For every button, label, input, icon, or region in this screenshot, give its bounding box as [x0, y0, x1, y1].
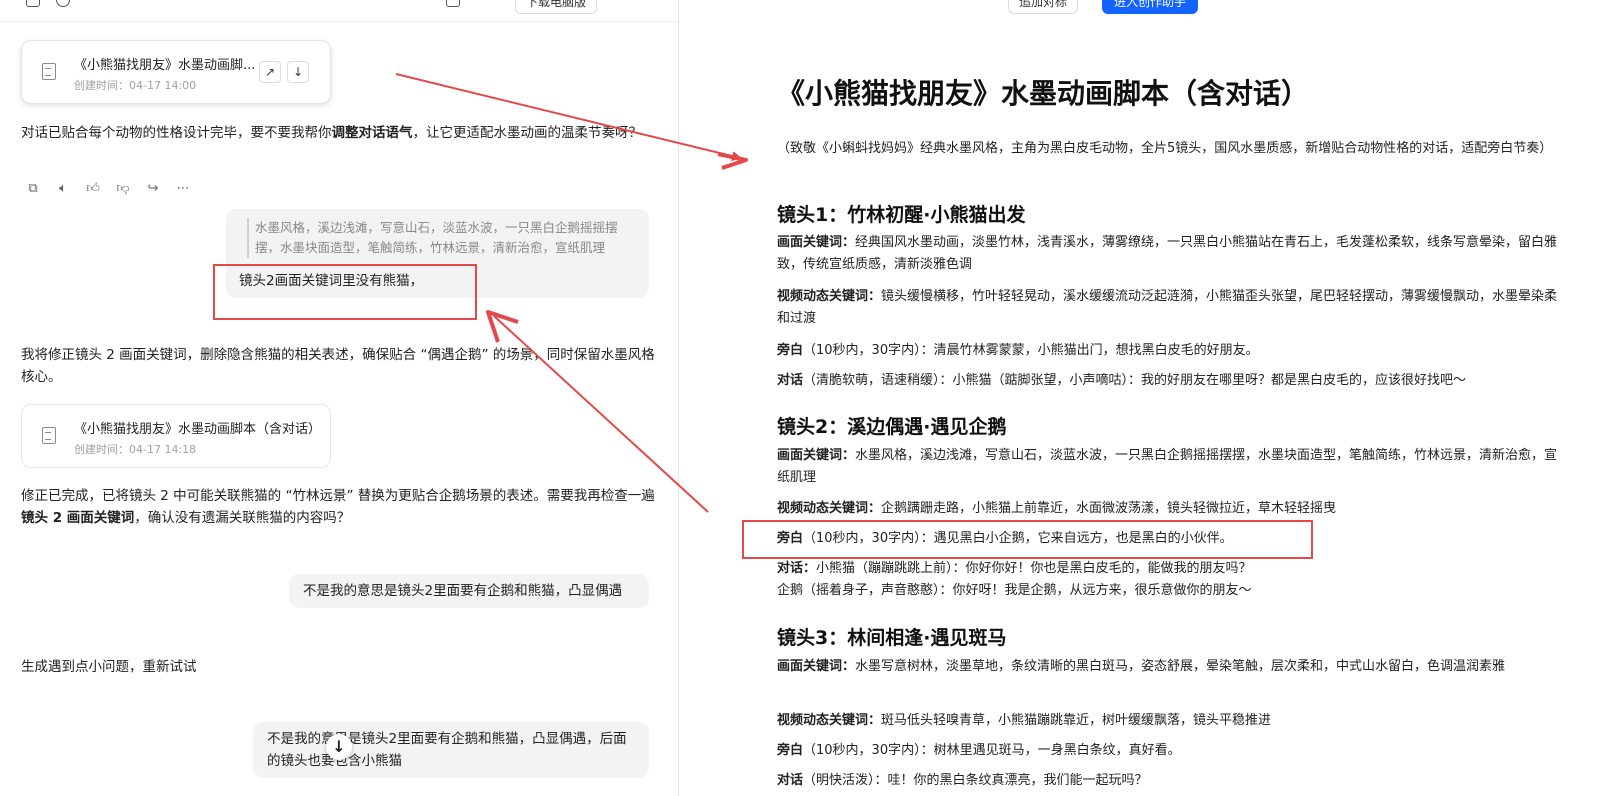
- shot-heading: 镜头3：林间相逢·遇见斑马: [777, 627, 1007, 649]
- assistant-message: 生成遇到点小问题，重新试试: [21, 659, 197, 675]
- file-card[interactable]: 《小熊猫找朋友》水墨动画脚本（含对话） 创建时间：04-17 14:18: [21, 404, 331, 468]
- file-card[interactable]: 《小熊猫找朋友》水墨动画脚... 创建时间：04-17 14:00 ↗ ↓: [21, 40, 331, 104]
- assistant-message: 我将修正镜头 2 画面关键词，删除隐含熊猫的相关表述，确保贴合 “偶遇企鹅” 的…: [21, 347, 655, 385]
- speaker-icon[interactable]: 🔈︎: [54, 180, 72, 198]
- shot-line: 旁白（10秒内，30字内）：清晨竹林雾蒙蒙，小熊猫出门，想找黑白皮毛的好朋友。: [777, 343, 1259, 358]
- shot-line: 对话：小熊猫（蹦蹦跳跳上前）：你好你好！你也是黑白皮毛的，能做我的朋友吗？: [777, 561, 1252, 576]
- shot-heading: 镜头1：竹林初醒·小熊猫出发: [777, 204, 1026, 226]
- doc-toolbar: 追加对标 进入创作助手: [678, 0, 1604, 22]
- sidebar-icon[interactable]: [26, 0, 40, 7]
- phone-icon[interactable]: [446, 0, 460, 7]
- shot-line: 对话（明快活泼）：哇！你的黑白条纹真漂亮，我们能一起玩吗？: [777, 773, 1148, 788]
- chat-toolbar: 下载电脑版: [0, 0, 678, 22]
- document-icon: [42, 427, 56, 444]
- file-title: 《小熊猫找朋友》水墨动画脚本（含对话）: [74, 422, 322, 437]
- thumbs-down-icon[interactable]: 👎︎: [114, 180, 132, 198]
- file-title: 《小熊猫找朋友》水墨动画脚...: [74, 58, 256, 73]
- download-icon[interactable]: ↓: [287, 61, 309, 83]
- secondary-button[interactable]: 追加对标: [1008, 0, 1079, 14]
- copy-icon[interactable]: ⧉: [24, 180, 42, 198]
- download-app-button[interactable]: 下载电脑版: [515, 0, 598, 14]
- open-external-icon[interactable]: ↗: [259, 61, 281, 83]
- share-icon[interactable]: ↪: [144, 180, 162, 198]
- shot-line: 旁白（10秒内，30字内）：树林里遇见斑马，一身黑白条纹，真好看。: [777, 743, 1181, 758]
- thumbs-up-icon[interactable]: 👍︎: [84, 180, 102, 198]
- shot-line: 画面关键词：水墨风格，溪边浅滩，写意山石，淡蓝水波，一只黑白企鹅摇摇摆摆，水墨块…: [777, 448, 1558, 485]
- arrow-down-icon: ↓: [332, 737, 346, 756]
- shot-line: 画面关键词：水墨写意树林，淡墨草地，条纹清晰的黑白斑马，姿态舒展，晕染笔触，层次…: [777, 659, 1506, 674]
- assistant-message: 修正已完成，已将镜头 2 中可能关联熊猫的 “竹林远景” 替换为更贴合企鹅场景的…: [21, 488, 655, 526]
- shot-line: 视频动态关键词：斑马低头轻嗅青草，小熊猫蹦跳靠近，树叶缓缓飘落，镜头平稳推进: [777, 713, 1272, 728]
- shot-line: 视频动态关键词：镜头缓慢横移，竹叶轻轻晃动，溪水缓缓流动泛起涟漪，小熊猫歪头张望…: [777, 289, 1558, 326]
- shot-line: 画面关键词：经典国风水墨动画，淡墨竹林，浅青溪水，薄雾缭绕，一只黑白小熊猫站在青…: [777, 235, 1558, 272]
- message-actions: ⧉ 🔈︎ 👍︎ 👎︎ ↪ ⋯: [24, 180, 192, 198]
- document-subtitle: （致敬《小蝌蚪找妈妈》经典水墨风格，主角为黑白皮毛动物，全片5镜头，国风水墨质感…: [777, 141, 1553, 156]
- new-chat-icon[interactable]: [56, 0, 70, 7]
- primary-button[interactable]: 进入创作助手: [1102, 0, 1199, 14]
- shot-line: 对话（清脆软萌，语速稍缓）：小熊猫（踮脚张望，小声嘀咕）：我的好朋友在哪里呀？都…: [777, 373, 1467, 388]
- user-message: 不是我的意思是镜头2里面要有企鹅和熊猫，凸显偶遇，后面的镜头也要包含小熊猫: [253, 722, 649, 778]
- document-panel: 《小熊猫找朋友》水墨动画脚本（含对话） （致敬《小蝌蚪找妈妈》经典水墨风格，主角…: [679, 22, 1604, 796]
- annotation-box: [742, 520, 1313, 559]
- chat-panel: 《小熊猫找朋友》水墨动画脚... 创建时间：04-17 14:00 ↗ ↓ 对话…: [0, 22, 678, 796]
- user-message: 不是我的意思是镜头2里面要有企鹅和熊猫，凸显偶遇: [289, 574, 649, 608]
- quoted-text: 水墨风格，溪边浅滩，写意山石，淡蓝水波，一只黑白企鹅摇摇摆摆，水墨块面造型，笔触…: [247, 218, 637, 258]
- more-icon[interactable]: ⋯: [174, 180, 192, 198]
- assistant-message: 对话已贴合每个动物的性格设计完毕，要不要我帮你调整对话语气，让它更适配水墨动画的…: [21, 125, 642, 141]
- document-title: 《小熊猫找朋友》水墨动画脚本（含对话）: [777, 77, 1310, 110]
- annotation-box: [213, 264, 477, 320]
- shot-line: 企鹅（摇着身子，声音憨憨）：你好呀！我是企鹅，从远方来，很乐意做你的朋友～: [777, 583, 1252, 598]
- document-icon: [42, 63, 56, 80]
- scroll-down-button[interactable]: ↓: [326, 734, 352, 760]
- file-time: 创建时间：04-17 14:18: [74, 443, 197, 456]
- shot-heading: 镜头2：溪边偶遇·遇见企鹅: [777, 416, 1007, 438]
- file-time: 创建时间：04-17 14:00: [74, 79, 197, 92]
- shot-line: 视频动态关键词：企鹅蹒跚走路，小熊猫上前靠近，水面微波荡漾，镜头轻微拉近，草木轻…: [777, 501, 1337, 516]
